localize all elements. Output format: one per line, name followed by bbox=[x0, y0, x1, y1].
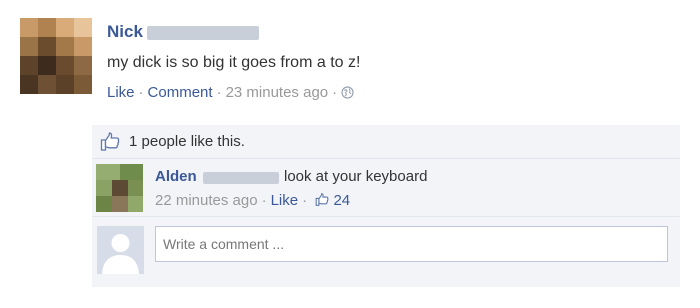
redacted-surname bbox=[147, 26, 259, 40]
avatar-photo bbox=[20, 18, 92, 94]
like-link[interactable]: Like bbox=[107, 84, 135, 101]
default-avatar-icon bbox=[97, 226, 144, 274]
likes-row: 1 people like this. bbox=[92, 125, 680, 159]
feedback-panel: 1 people like this. Alden look at your k… bbox=[92, 125, 680, 287]
comment-link[interactable]: Comment bbox=[148, 84, 213, 101]
comment-input[interactable] bbox=[155, 226, 668, 262]
post-actions: Like · Comment · 23 minutes ago · bbox=[107, 84, 354, 103]
redacted-surname bbox=[203, 172, 279, 184]
likes-summary[interactable]: 1 people like this. bbox=[129, 133, 245, 150]
globe-icon[interactable] bbox=[341, 86, 354, 103]
commenter-photo bbox=[96, 164, 143, 212]
like-count: 24 bbox=[333, 192, 351, 209]
comment-meta: 22 minutes ago · Like · 24 bbox=[155, 192, 350, 210]
commenter-avatar[interactable] bbox=[96, 164, 143, 212]
separator-dot: · bbox=[138, 84, 144, 101]
thumbs-up-icon bbox=[315, 193, 329, 210]
post-text: my dick is so big it goes from a to z! bbox=[107, 54, 361, 71]
likes-count-link[interactable]: 1 people like this. bbox=[129, 133, 245, 150]
comment-item: Alden look at your keyboard 22 minutes a… bbox=[92, 159, 680, 217]
comment-like-count[interactable]: 24 bbox=[311, 192, 350, 209]
comment-timestamp[interactable]: 22 minutes ago bbox=[155, 192, 258, 209]
write-comment-row bbox=[92, 217, 680, 287]
post-author[interactable]: Nick bbox=[107, 22, 143, 42]
separator-dot: · bbox=[216, 84, 222, 101]
avatar[interactable] bbox=[20, 18, 92, 94]
comment-author[interactable]: Alden bbox=[155, 168, 197, 185]
separator-dot: · bbox=[261, 192, 267, 209]
separator-dot: · bbox=[302, 192, 308, 209]
separator-dot: · bbox=[332, 84, 338, 101]
comment-text: look at your keyboard bbox=[284, 168, 428, 185]
post-timestamp[interactable]: 23 minutes ago bbox=[226, 84, 329, 101]
comment-like-link[interactable]: Like bbox=[271, 192, 299, 209]
thumbs-up-icon bbox=[100, 132, 120, 155]
